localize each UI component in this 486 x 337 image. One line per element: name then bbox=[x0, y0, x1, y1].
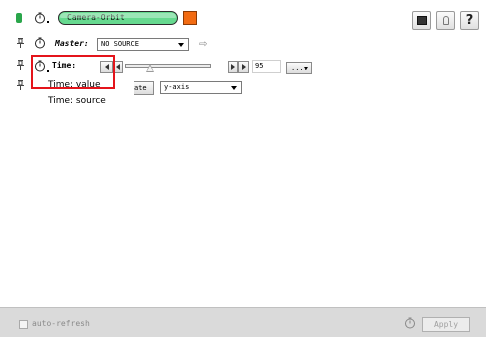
dot-icon bbox=[47, 21, 49, 23]
stopwatch-icon[interactable] bbox=[34, 12, 46, 24]
pin-icon[interactable] bbox=[17, 80, 24, 90]
menu-item-time-source[interactable]: Time: source bbox=[48, 96, 106, 106]
stopwatch-icon bbox=[404, 317, 416, 329]
step-forward-button[interactable] bbox=[228, 61, 238, 73]
axis-select-value: y-axis bbox=[164, 83, 190, 91]
rotate-button-label: ate bbox=[134, 84, 147, 92]
object-name-field[interactable]: Camera-Orbit bbox=[58, 11, 178, 25]
chevron-down-icon bbox=[178, 43, 184, 47]
pin-icon[interactable] bbox=[17, 60, 24, 70]
enable-toggle[interactable] bbox=[16, 13, 22, 23]
step-back-icon bbox=[116, 64, 120, 70]
master-source-select[interactable]: NO SOURCE bbox=[97, 38, 189, 51]
step-last-icon bbox=[241, 64, 246, 70]
chevron-down-icon bbox=[231, 86, 237, 90]
auto-refresh-label: auto-refresh bbox=[32, 319, 90, 328]
arrow-right-icon[interactable]: ⇨ bbox=[199, 39, 207, 50]
axis-select[interactable]: y-axis bbox=[160, 81, 242, 94]
master-label: Master: bbox=[55, 39, 89, 48]
chevron-down-icon bbox=[304, 67, 308, 70]
highlight-box bbox=[31, 55, 115, 89]
help-button[interactable]: ? bbox=[460, 11, 479, 30]
time-slider[interactable] bbox=[125, 64, 211, 68]
object-color-swatch[interactable] bbox=[183, 11, 197, 25]
stopwatch-icon[interactable] bbox=[34, 37, 46, 49]
step-last-button[interactable] bbox=[238, 61, 249, 73]
save-icon bbox=[416, 16, 427, 25]
time-value-field[interactable]: 95 bbox=[252, 60, 281, 73]
pin-icon[interactable] bbox=[17, 38, 24, 48]
help-icon: ? bbox=[465, 13, 474, 28]
time-more-button[interactable]: .... bbox=[286, 62, 312, 74]
lock-icon bbox=[442, 16, 449, 25]
time-slider-thumb[interactable] bbox=[146, 64, 154, 72]
master-source-value: NO SOURCE bbox=[101, 40, 139, 48]
lock-button[interactable] bbox=[436, 11, 455, 30]
save-button[interactable] bbox=[412, 11, 431, 30]
auto-refresh-checkbox[interactable] bbox=[19, 320, 28, 329]
step-forward-icon bbox=[231, 64, 235, 70]
apply-button[interactable]: Apply bbox=[422, 317, 470, 332]
